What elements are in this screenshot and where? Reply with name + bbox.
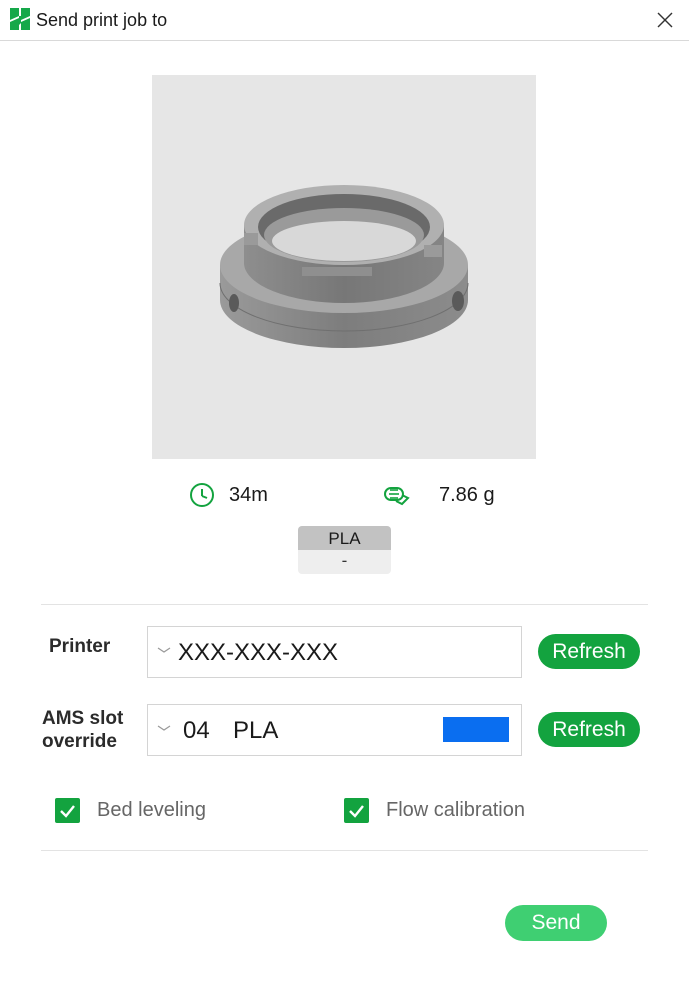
filament-weight-value: 7.86 g	[439, 483, 495, 506]
ams-slot-color-swatch	[443, 717, 509, 742]
printer-select[interactable]: XXX-XXX-XXX	[147, 626, 522, 678]
close-icon[interactable]	[651, 6, 679, 34]
filament-type: PLA	[298, 526, 391, 550]
window-title: Send print job to	[36, 10, 168, 30]
print-time-value: 34m	[229, 483, 268, 506]
divider-top	[41, 604, 648, 605]
ams-slot-label-line2: override	[42, 731, 117, 752]
checkmark-icon	[349, 804, 364, 818]
ams-slot-label: AMS slot override	[42, 707, 123, 753]
flow-calibration-checkbox[interactable]	[344, 797, 369, 823]
ams-slot-label-line1: AMS slot	[42, 708, 124, 729]
flow-calibration-option[interactable]: Flow calibration	[344, 797, 525, 823]
flow-calibration-label: Flow calibration	[386, 798, 525, 821]
model-preview	[152, 75, 536, 459]
title-bar: Send print job to	[0, 0, 689, 41]
printer-label: Printer	[49, 636, 111, 657]
filament-weight: 7.86 g	[382, 480, 495, 510]
chevron-down-icon	[157, 725, 171, 731]
print-time: 34m	[189, 480, 268, 510]
printer-refresh-button[interactable]: Refresh	[538, 634, 640, 669]
chevron-down-icon	[157, 647, 171, 653]
ams-refresh-button[interactable]: Refresh	[538, 712, 640, 747]
ams-slot-number: 04	[183, 717, 210, 744]
ams-slot-material: PLA	[233, 717, 279, 744]
ams-slot-select[interactable]: 04 PLA	[147, 704, 522, 756]
bed-leveling-option[interactable]: Bed leveling	[55, 797, 206, 823]
divider-bottom	[41, 850, 648, 851]
printer-select-value: XXX-XXX-XXX	[178, 639, 339, 666]
send-print-dialog: Send print job to 34m 7.86 g PLA - Print…	[0, 0, 689, 988]
bambu-logo-icon	[10, 8, 30, 30]
clock-icon	[190, 483, 214, 507]
filament-chip: PLA -	[298, 526, 391, 574]
checkmark-icon	[60, 804, 75, 818]
filament-slot: -	[298, 550, 391, 574]
bed-leveling-checkbox[interactable]	[55, 797, 80, 823]
bed-leveling-label: Bed leveling	[97, 798, 206, 821]
send-button[interactable]: Send	[505, 905, 607, 941]
filament-spool-icon	[384, 487, 410, 506]
model-thumbnail	[219, 185, 469, 348]
